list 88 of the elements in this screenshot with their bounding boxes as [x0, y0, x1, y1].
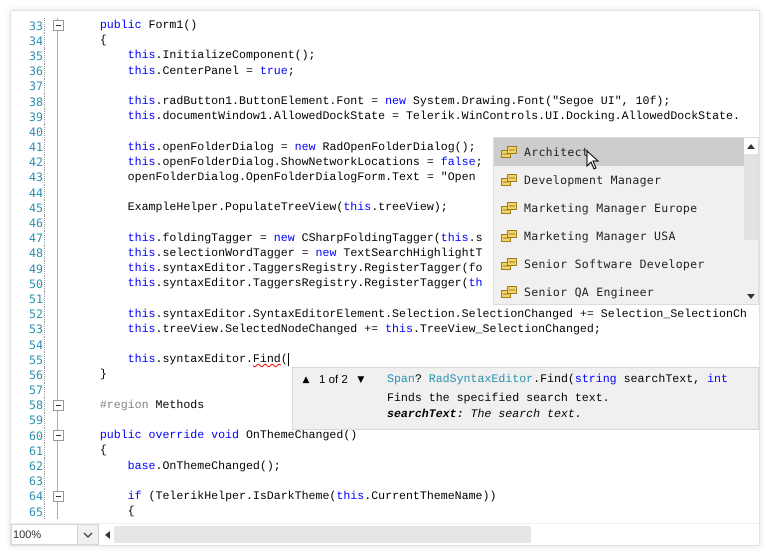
line-number: 46 [28, 216, 44, 230]
method-signature: Span? RadSyntaxEditor.Find(string searchText, int [387, 373, 728, 387]
collapse-icon[interactable] [52, 490, 64, 502]
code-line: public override void OnThemeChanged() [98, 429, 358, 442]
code-line: this.syntaxEditor.TaggersRegistry.RegisterTagger(fo [126, 262, 482, 276]
scroll-left-icon[interactable] [105, 530, 110, 538]
previous-overload-button[interactable]: ▲ [293, 373, 319, 387]
code-line: this.openFolderDialog.ShowNetworkLocations = false; [126, 156, 483, 169]
line-number: 51 [28, 292, 44, 306]
code-line: public Form1() [98, 19, 198, 32]
class-icon [501, 229, 517, 243]
line-number: 58 [28, 398, 44, 412]
code-line: { [98, 444, 107, 458]
line-number: 56 [28, 368, 44, 382]
line-number: 53 [28, 322, 44, 336]
code-line: { [98, 34, 107, 48]
class-icon [501, 173, 517, 187]
completion-item[interactable]: Marketing Manager Europe [494, 194, 744, 222]
class-icon [501, 257, 517, 271]
line-number: 36 [28, 64, 44, 78]
line-number: 42 [28, 155, 44, 170]
line-number: 45 [28, 200, 44, 215]
code-line: this.openFolderDialog = new RadOpenFolderDialog(); [126, 140, 476, 154]
scroll-up-icon[interactable] [747, 144, 755, 148]
horizontal-scrollbar[interactable] [105, 524, 759, 545]
dropdown-button[interactable] [77, 524, 99, 545]
code-line: this.foldingTagger = new CSharpFoldingTagger(this.s [126, 232, 483, 245]
code-line: this.CenterPanel = true; [126, 64, 295, 78]
code-line: base.OnThemeChanged(); [126, 460, 281, 473]
completion-item[interactable]: Senior QA Engineer [494, 278, 744, 304]
code-line: openFolderDialog.OpenFolderDialogForm.Text = "Open [126, 170, 476, 184]
next-overload-button[interactable]: ▼ [348, 373, 374, 387]
scroll-thumb[interactable] [114, 526, 531, 543]
code-line: this.radButton1.ButtonElement.Font = new System.Drawing.Font("Segoe UI", 10f); [126, 95, 670, 108]
code-line: this.documentWindow1.AllowedDockState = Telerik.WinControls.UI.Docking.AllowedDockState. [126, 110, 740, 124]
chevron-down-icon [83, 532, 93, 538]
line-number: 50 [28, 276, 44, 291]
line-number: 40 [28, 124, 44, 139]
class-icon [501, 285, 517, 299]
line-number: 59 [28, 413, 44, 428]
code-line: this.syntaxEditor.SyntaxEditorElement.Selection.SelectionChanged += Selection_SelectionCh [126, 308, 747, 321]
overload-counter: 1 of 2 [319, 373, 348, 387]
mouse-pointer-icon [586, 150, 600, 170]
class-icon [501, 145, 517, 159]
line-number: 48 [28, 246, 44, 260]
line-number: 64 [28, 489, 44, 504]
line-number: 33 [28, 18, 44, 33]
collapse-icon[interactable] [52, 430, 64, 442]
code-line: this.selectionWordTagger = new TextSearchHighlightT [126, 246, 483, 260]
code-line: if (TelerikHelper.IsDarkTheme(this.CurrentThemeName)) [126, 490, 496, 503]
zoom-field[interactable]: 100% [11, 524, 77, 545]
code-line: #region Methods [98, 398, 204, 412]
line-number: 49 [28, 262, 44, 276]
code-line: this.syntaxEditor.TaggersRegistry.RegisterTagger(th [126, 277, 483, 290]
completion-item[interactable]: Development Manager [494, 166, 744, 194]
completion-item[interactable]: Senior Software Developer [494, 250, 744, 278]
line-number: 62 [28, 459, 44, 474]
line-number: 39 [28, 110, 44, 124]
code-line: this.InitializeComponent(); [126, 49, 316, 62]
scroll-thumb[interactable] [744, 154, 758, 240]
line-number: 60 [28, 428, 44, 443]
line-number: 55 [28, 352, 44, 367]
code-line: { [126, 505, 135, 518]
code-line: ExampleHelper.PopulateTreeView(this.treeView); [126, 201, 448, 214]
scroll-down-icon[interactable] [747, 294, 755, 298]
code-line: this.treeView.SelectedNodeChanged += this.TreeView_SelectionChanged; [126, 322, 601, 336]
line-number: 47 [28, 231, 44, 246]
line-number: 37 [28, 79, 44, 94]
line-number: 61 [28, 444, 44, 458]
line-number: 57 [28, 383, 44, 398]
line-number: 38 [28, 94, 44, 109]
collapse-icon[interactable] [52, 400, 64, 411]
line-number: 44 [28, 186, 44, 200]
line-number: 34 [28, 34, 44, 48]
code-line: } [98, 368, 107, 382]
completion-item[interactable]: Marketing Manager USA [494, 222, 744, 250]
line-number: 52 [28, 307, 44, 322]
line-number: 43 [28, 170, 44, 184]
code-line: this.syntaxEditor.Find( [126, 353, 289, 366]
collapse-icon[interactable] [52, 20, 64, 32]
line-number: 63 [28, 474, 44, 488]
line-number: 65 [28, 504, 44, 519]
line-number: 41 [28, 140, 44, 154]
parameter-description: searchText: The search text. [387, 408, 583, 422]
class-icon [501, 201, 517, 215]
line-number: 54 [28, 338, 44, 352]
method-description: Finds the specified search text. [387, 391, 611, 407]
line-number: 35 [28, 48, 44, 63]
